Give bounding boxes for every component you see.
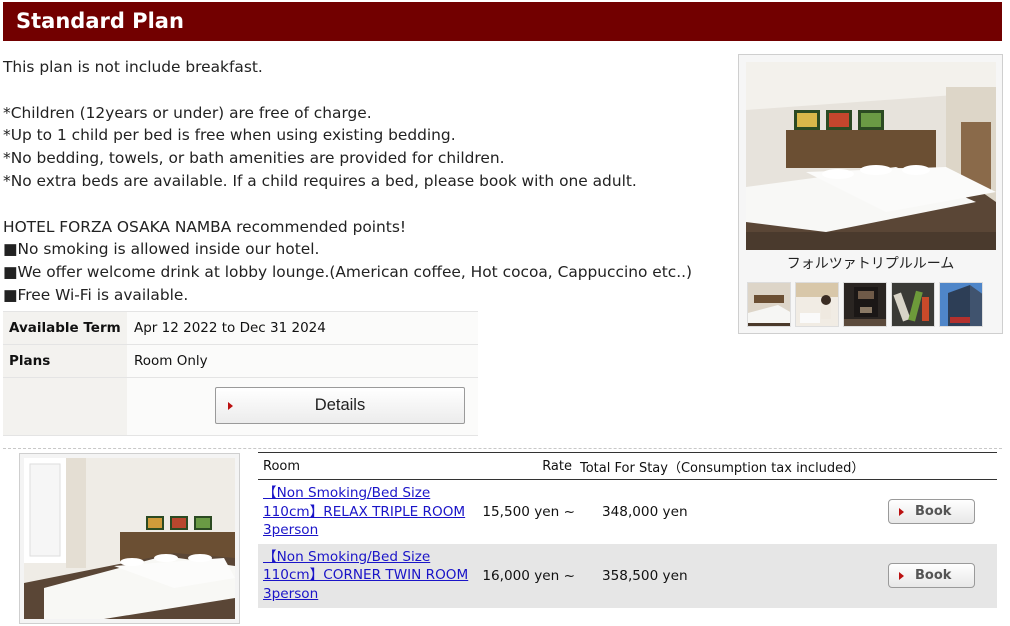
total-column-header: Total For Stay（Consumption tax included） bbox=[580, 452, 880, 480]
book-column-header bbox=[880, 452, 997, 480]
book-cell: Book bbox=[880, 543, 997, 608]
description-line: ■Free Wi-Fi is available. bbox=[3, 285, 189, 304]
plans-label: Plans bbox=[3, 344, 127, 378]
exterior-thumbnail[interactable] bbox=[939, 282, 983, 327]
room-photo-frame bbox=[19, 453, 240, 624]
description-line: *Up to 1 child per bed is free when usin… bbox=[3, 126, 456, 145]
section-divider bbox=[3, 448, 1002, 449]
description-line: This plan is not include breakfast. bbox=[3, 58, 263, 76]
description-line: ■No smoking is allowed inside our hotel. bbox=[3, 240, 320, 259]
details-button[interactable]: Details bbox=[215, 387, 465, 424]
description-line: ■We offer welcome drink at lobby lounge.… bbox=[3, 263, 693, 282]
book-button[interactable]: Book bbox=[888, 499, 975, 525]
total-cell: 358,500 yen bbox=[580, 543, 880, 608]
description-line bbox=[3, 79, 723, 102]
plan-description: This plan is not include breakfast. *Chi… bbox=[3, 56, 723, 307]
description-line: *Children (12years or under) are free of… bbox=[3, 103, 372, 122]
plans-value: Room Only bbox=[127, 344, 478, 378]
available-term-value: Apr 12 2022 to Dec 31 2024 bbox=[127, 311, 478, 345]
description-line bbox=[3, 193, 723, 216]
rate-cell: 15,500 yen ~ bbox=[478, 479, 580, 544]
room-column-header: Room bbox=[258, 452, 478, 480]
room-thumbnail[interactable] bbox=[747, 282, 791, 327]
photo-gallery: フォルツァトリプルルーム bbox=[738, 54, 1003, 334]
total-cell: 348,000 yen bbox=[580, 479, 880, 544]
thumbnail-strip bbox=[747, 282, 983, 328]
book-cell: Book bbox=[880, 479, 997, 544]
description-line: HOTEL FORZA OSAKA NAMBA recommended poin… bbox=[3, 217, 407, 236]
book-button-label: Book bbox=[915, 504, 952, 520]
details-row-label bbox=[3, 377, 127, 436]
amenities-thumbnail[interactable] bbox=[891, 282, 935, 327]
rate-column-header: Rate bbox=[478, 452, 580, 480]
gallery-caption: フォルツァトリプルルーム bbox=[786, 256, 955, 272]
table-row: 【Non Smoking/Bed Size 110cm】CORNER TWIN … bbox=[258, 543, 997, 608]
room-link[interactable]: 【Non Smoking/Bed Size 110cm】RELAX TRIPLE… bbox=[263, 485, 465, 538]
rate-cell: 16,000 yen ~ bbox=[478, 543, 580, 608]
table-row: 【Non Smoking/Bed Size 110cm】RELAX TRIPLE… bbox=[258, 479, 997, 544]
plan-title: Standard Plan bbox=[3, 2, 1002, 41]
room-link[interactable]: 【Non Smoking/Bed Size 110cm】CORNER TWIN … bbox=[263, 549, 468, 602]
book-button[interactable]: Book bbox=[888, 563, 975, 588]
room-name-cell: 【Non Smoking/Bed Size 110cm】CORNER TWIN … bbox=[258, 543, 478, 608]
details-button-label: Details bbox=[314, 396, 366, 414]
arrow-right-icon bbox=[228, 402, 233, 410]
available-term-label: Available Term bbox=[3, 311, 127, 345]
lounge-thumbnail[interactable] bbox=[795, 282, 839, 327]
room-rates-table: Room Rate Total For Stay（Consumption tax… bbox=[258, 452, 997, 608]
arrow-right-icon bbox=[899, 571, 904, 580]
coffee-machine-thumbnail[interactable] bbox=[843, 282, 887, 327]
description-line: *No bedding, towels, or bath amenities a… bbox=[3, 149, 505, 168]
room-photo[interactable] bbox=[24, 458, 235, 619]
room-name-cell: 【Non Smoking/Bed Size 110cm】RELAX TRIPLE… bbox=[258, 479, 478, 544]
book-button-label: Book bbox=[915, 568, 952, 583]
main-room-photo[interactable] bbox=[746, 62, 996, 250]
arrow-right-icon bbox=[899, 507, 904, 516]
description-line: *No extra beds are available. If a child… bbox=[3, 171, 637, 190]
